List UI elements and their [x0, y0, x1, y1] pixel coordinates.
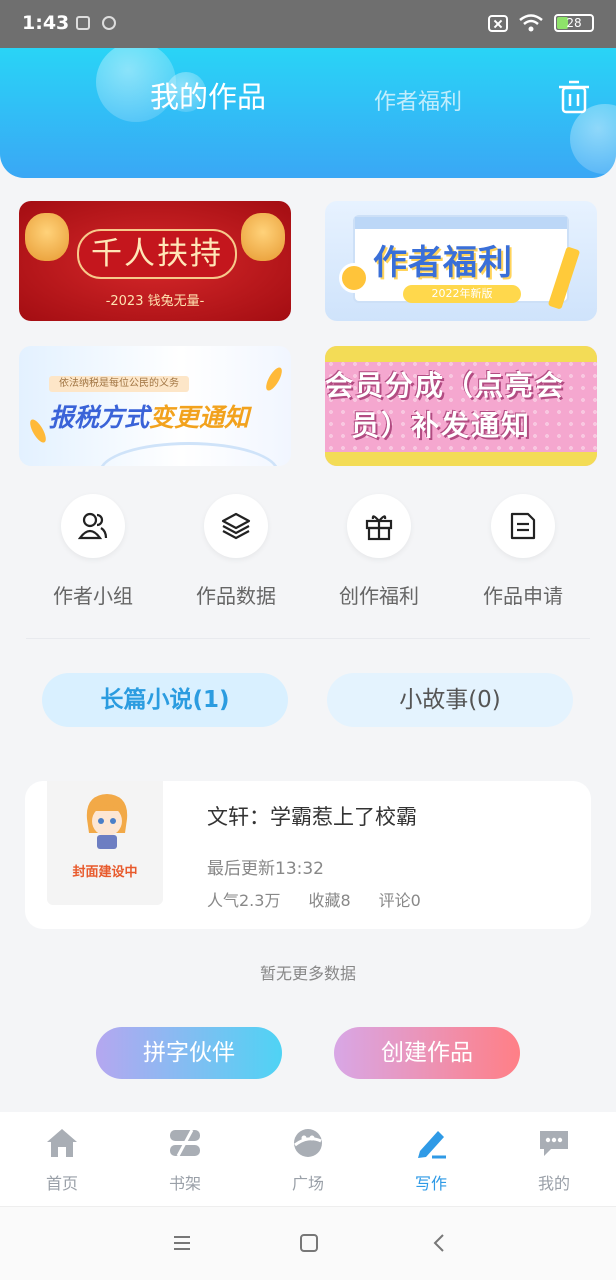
banner-support[interactable]: 千人扶持 -2023 钱兔无量-: [19, 201, 291, 321]
leaf-icon: [27, 417, 49, 445]
chat-icon: [540, 1131, 568, 1156]
nav-home[interactable]: 首页: [17, 1126, 107, 1194]
work-stats: 人气2.3万 收藏8 评论0: [207, 887, 421, 911]
battery-icon: 28: [554, 14, 594, 32]
people-icon: [78, 512, 108, 540]
bottom-nav: 首页 书架 广场 写作 我的: [0, 1112, 616, 1206]
leaf-icon: [263, 365, 285, 393]
alarm-clock-icon: [339, 263, 369, 293]
bookshelf-icon: [170, 1129, 200, 1157]
lantern-icon: [241, 213, 285, 261]
divider: [26, 638, 590, 639]
create-work-button[interactable]: 创建作品: [334, 1027, 520, 1079]
planet-icon: [294, 1129, 322, 1157]
no-more-data: 暂无更多数据: [259, 964, 356, 983]
layers-icon: [221, 512, 251, 540]
lantern-icon: [25, 213, 69, 261]
wifi-icon: [519, 14, 543, 32]
notification-icon: [76, 16, 90, 30]
work-updated: 最后更新13:32: [207, 859, 324, 879]
banner-author-welfare[interactable]: 作者福利 2022年新版: [325, 201, 597, 321]
banner-tax-notice[interactable]: 依法纳税是每位公民的义务 报税方式变更通知: [19, 346, 291, 466]
status-time: 1:43: [22, 12, 70, 34]
home-icon: [47, 1129, 77, 1157]
work-application-label: 作品申请: [483, 584, 563, 608]
creation-welfare-label: 创作福利: [339, 584, 419, 608]
header: 我的作品 作者福利: [0, 48, 616, 178]
nav-bookshelf-label: 书架: [168, 1174, 201, 1193]
trash-icon[interactable]: [558, 80, 590, 114]
author-group-label: 作者小组: [53, 584, 133, 608]
banner-support-sub: -2023 钱兔无量-: [105, 294, 205, 309]
decor-bubble: [570, 104, 616, 174]
banner-member-share[interactable]: 会员分成（点亮会 员）补发通知: [325, 346, 597, 466]
nav-mine-label: 我的: [537, 1174, 570, 1193]
pen-icon: [418, 1131, 446, 1159]
system-nav-bar: [0, 1206, 616, 1280]
gift-icon: [365, 515, 393, 541]
nav-square[interactable]: 广场: [263, 1126, 353, 1194]
work-application-button[interactable]: [491, 494, 555, 558]
notification-icon-2: [102, 16, 116, 30]
work-data-button[interactable]: [204, 494, 268, 558]
work-comments: 评论0: [378, 891, 421, 910]
work-popularity: 人气2.3万: [207, 891, 281, 910]
menu-icon[interactable]: [172, 1233, 192, 1253]
no-sim-icon: [488, 14, 508, 32]
banner-support-title: 千人扶持: [77, 229, 237, 279]
cover-girl-icon: [86, 794, 128, 849]
banner-tax-title: 报税方式变更通知: [49, 403, 250, 432]
nav-write-label: 写作: [414, 1174, 447, 1193]
work-title[interactable]: 文轩：学霸惹上了校霸: [207, 801, 417, 831]
author-group-button[interactable]: [61, 494, 125, 558]
nav-write[interactable]: 写作: [386, 1126, 476, 1194]
document-icon: [510, 512, 536, 540]
work-cover[interactable]: 封面建设中: [47, 781, 163, 905]
tab-long-novel[interactable]: 长篇小说(1): [42, 673, 288, 727]
back-icon[interactable]: [430, 1233, 450, 1253]
status-bar: 1:43 28: [0, 0, 616, 48]
writing-partner-button[interactable]: 拼字伙伴: [96, 1027, 282, 1079]
nav-home-label: 首页: [45, 1174, 78, 1193]
banner-welfare-title: 作者福利: [373, 243, 513, 283]
creation-welfare-button[interactable]: [347, 494, 411, 558]
tab-author-welfare[interactable]: 作者福利: [374, 84, 462, 116]
tab-my-works[interactable]: 我的作品: [150, 74, 266, 116]
decor-arc: [99, 442, 279, 466]
battery-level: 28: [566, 16, 582, 30]
home-square-icon[interactable]: [299, 1233, 319, 1253]
cover-caption: 封面建设中: [72, 865, 138, 880]
nav-bookshelf[interactable]: 书架: [140, 1126, 230, 1194]
banner-welfare-pill: 2022年新版: [403, 285, 521, 303]
work-card[interactable]: 封面建设中 文轩：学霸惹上了校霸 最后更新13:32 人气2.3万 收藏8 评论…: [25, 781, 591, 929]
banner-member-text: 会员分成（点亮会 员）补发通知: [325, 369, 566, 442]
work-data-label: 作品数据: [196, 584, 276, 608]
work-favorites: 收藏8: [308, 891, 351, 910]
nav-square-label: 广场: [291, 1174, 324, 1193]
banner-tax-tag: 依法纳税是每位公民的义务: [49, 376, 189, 392]
tab-short-story[interactable]: 小故事(0): [327, 673, 573, 727]
nav-mine[interactable]: 我的: [509, 1126, 599, 1194]
